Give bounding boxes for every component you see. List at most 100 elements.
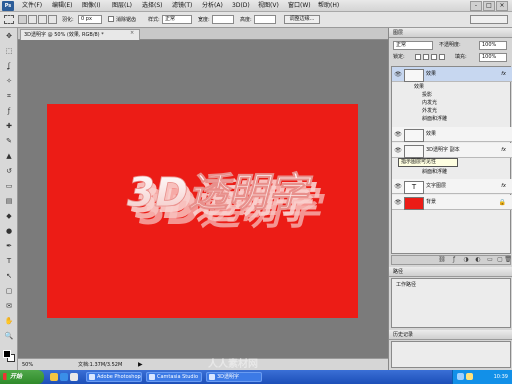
new-group-icon[interactable]: ▭ bbox=[486, 256, 494, 264]
history-panel-title[interactable]: 历史记录 bbox=[389, 330, 512, 340]
new-adjustment-icon[interactable]: ◐ bbox=[474, 256, 482, 264]
hand-tool-icon[interactable]: ✋ bbox=[3, 317, 15, 326]
menu-select[interactable]: 选择(S) bbox=[142, 2, 163, 10]
close-document-icon[interactable]: × bbox=[130, 29, 136, 37]
pen-tool-icon[interactable]: ✒ bbox=[3, 242, 15, 251]
maximize-button[interactable]: □ bbox=[483, 1, 495, 11]
menu-file[interactable]: 文件(F) bbox=[22, 2, 42, 10]
visibility-eye-icon[interactable]: 👁 bbox=[394, 199, 402, 206]
move-tool-icon[interactable]: ✥ bbox=[3, 32, 15, 41]
layer-row-background[interactable]: 👁 背景 🔒 bbox=[392, 195, 512, 210]
height-input[interactable] bbox=[254, 15, 276, 24]
visibility-eye-icon[interactable]: 👁 bbox=[394, 131, 402, 138]
document-canvas[interactable]: 3D透明字 3D透明字 3D透明字 3D透明字 bbox=[47, 104, 358, 318]
brush-tool-icon[interactable]: ✎ bbox=[3, 137, 15, 146]
quick-launch-ie-icon[interactable] bbox=[60, 373, 68, 381]
healing-brush-tool-icon[interactable]: ✚ bbox=[3, 122, 15, 131]
network-icon[interactable] bbox=[457, 373, 464, 380]
layer-row-3d-text-copy[interactable]: 👁 3D透明字 副本 fx bbox=[392, 143, 512, 158]
path-selection-tool-icon[interactable]: ↖ bbox=[3, 272, 15, 281]
layer-row-text[interactable]: 👁 T 文字图层 fx bbox=[392, 179, 512, 194]
workspace-switcher[interactable] bbox=[470, 15, 508, 24]
lock-transparent-icon[interactable] bbox=[415, 54, 421, 60]
task-camtasia[interactable]: Camtasia Studio bbox=[146, 372, 202, 382]
layers-panel-title[interactable]: 图层 bbox=[389, 28, 512, 38]
menu-edit[interactable]: 编辑(E) bbox=[52, 2, 72, 10]
menu-layer[interactable]: 图层(L) bbox=[112, 2, 132, 10]
eraser-tool-icon[interactable]: ▭ bbox=[3, 182, 15, 191]
layer-fx-icon[interactable]: fx bbox=[501, 146, 506, 154]
canvas-area[interactable]: 3D透明字 3D透明字 3D透明字 3D透明字 bbox=[18, 40, 388, 358]
lasso-tool-icon[interactable]: ʆ bbox=[3, 62, 15, 71]
quick-launch-desktop-icon[interactable] bbox=[70, 373, 78, 381]
lock-all-icon[interactable] bbox=[439, 54, 445, 60]
layer-row-effect-2[interactable]: 👁 效果 bbox=[392, 127, 512, 142]
effect-inner-glow[interactable]: 内发光 bbox=[422, 100, 437, 107]
type-tool-icon[interactable]: T bbox=[3, 257, 15, 266]
minimize-button[interactable]: - bbox=[470, 1, 482, 11]
foreground-color-swatch[interactable] bbox=[3, 350, 11, 358]
effect-drop-shadow[interactable]: 投影 bbox=[422, 92, 432, 99]
zoom-level[interactable]: 50% bbox=[22, 361, 33, 369]
visibility-eye-icon[interactable]: 👁 bbox=[394, 183, 402, 190]
status-menu-arrow-icon[interactable]: ▶ bbox=[138, 361, 146, 369]
sub-effect-label[interactable]: 斜面和浮雕 bbox=[422, 169, 447, 176]
volume-icon[interactable] bbox=[466, 373, 473, 380]
dodge-tool-icon[interactable]: ● bbox=[3, 227, 15, 236]
add-mask-icon[interactable]: ◑ bbox=[462, 256, 470, 264]
effects-group-label[interactable]: 效果 bbox=[414, 84, 424, 91]
subtract-selection-icon[interactable] bbox=[38, 15, 47, 24]
zoom-tool-icon[interactable]: 🔍 bbox=[3, 332, 15, 341]
new-layer-icon[interactable]: ▢ bbox=[496, 256, 504, 264]
effect-bevel-emboss[interactable]: 斜面和浮雕 bbox=[422, 116, 447, 123]
menu-analysis[interactable]: 分析(A) bbox=[202, 2, 223, 10]
history-brush-tool-icon[interactable]: ↺ bbox=[3, 167, 15, 176]
shape-tool-icon[interactable]: ▢ bbox=[3, 287, 15, 296]
menu-window[interactable]: 窗口(W) bbox=[288, 2, 311, 10]
intersect-selection-icon[interactable] bbox=[48, 15, 57, 24]
menu-filter[interactable]: 滤镜(T) bbox=[172, 2, 192, 10]
quick-launch-folder-icon[interactable] bbox=[50, 373, 58, 381]
task-photoshop[interactable]: Adobe Photoshop bbox=[86, 372, 142, 382]
close-window-button[interactable]: × bbox=[496, 1, 508, 11]
eyedropper-tool-icon[interactable]: ƒ bbox=[3, 107, 15, 116]
blur-tool-icon[interactable]: ◆ bbox=[3, 212, 15, 221]
notes-tool-icon[interactable]: ✉ bbox=[3, 302, 15, 311]
antialias-checkbox[interactable] bbox=[108, 16, 114, 22]
style-select[interactable]: 正常 bbox=[162, 15, 192, 24]
start-button[interactable]: 开始 bbox=[0, 370, 44, 384]
fill-input[interactable]: 100% bbox=[479, 53, 507, 62]
opacity-input[interactable]: 100% bbox=[479, 41, 507, 50]
add-selection-icon[interactable] bbox=[28, 15, 37, 24]
layer-fx-icon[interactable]: fx bbox=[501, 70, 506, 78]
visibility-eye-icon[interactable]: 👁 bbox=[394, 147, 402, 154]
lock-pixels-icon[interactable] bbox=[423, 54, 429, 60]
feather-input[interactable]: 0 px bbox=[78, 15, 102, 24]
clone-stamp-tool-icon[interactable]: ▲ bbox=[3, 152, 15, 161]
menu-view[interactable]: 视图(V) bbox=[258, 2, 279, 10]
marquee-preset-icon[interactable] bbox=[4, 15, 14, 24]
menu-3d[interactable]: 3D(D) bbox=[232, 2, 250, 10]
paths-panel-title[interactable]: 路径 bbox=[389, 267, 512, 277]
link-layers-icon[interactable]: ⛓ bbox=[438, 256, 446, 264]
refine-edge-button[interactable]: 调整边缘... bbox=[284, 15, 320, 24]
layer-row-effect[interactable]: 👁 效果 fx bbox=[392, 67, 512, 82]
width-input[interactable] bbox=[212, 15, 234, 24]
magic-wand-tool-icon[interactable]: ✧ bbox=[3, 77, 15, 86]
clock[interactable]: 10:39 bbox=[494, 373, 508, 381]
new-selection-icon[interactable] bbox=[18, 15, 27, 24]
gradient-tool-icon[interactable]: ▤ bbox=[3, 197, 15, 206]
effect-outer-glow[interactable]: 外发光 bbox=[422, 108, 437, 115]
visibility-eye-icon[interactable]: 👁 bbox=[394, 71, 402, 78]
delete-layer-icon[interactable]: 🗑 bbox=[504, 256, 512, 264]
menu-image[interactable]: 图像(I) bbox=[82, 2, 100, 10]
work-path-item[interactable]: 工作路径 bbox=[396, 282, 416, 289]
lock-position-icon[interactable] bbox=[431, 54, 437, 60]
add-style-icon[interactable]: ƒ bbox=[450, 256, 458, 264]
crop-tool-icon[interactable]: ⌗ bbox=[3, 92, 15, 101]
marquee-tool-icon[interactable]: ⬚ bbox=[3, 47, 15, 56]
task-document[interactable]: 3D透明字 bbox=[206, 372, 262, 382]
document-tab[interactable]: 3D透明字 @ 50% (效果, RGB/8) * bbox=[20, 29, 140, 40]
menu-help[interactable]: 帮助(H) bbox=[318, 2, 339, 10]
blend-mode-select[interactable]: 正常 bbox=[393, 41, 433, 50]
